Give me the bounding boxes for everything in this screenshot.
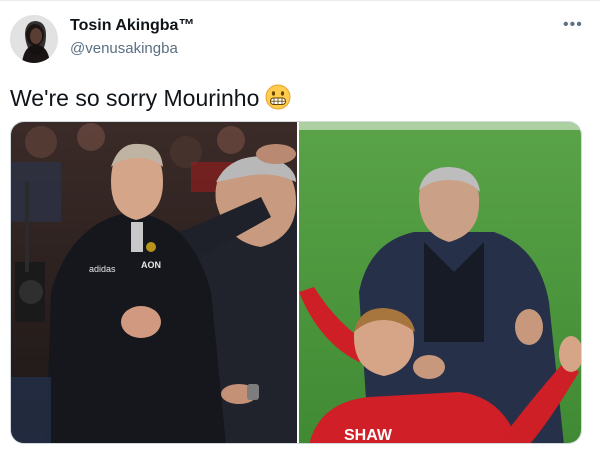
jacket-sponsor: AON <box>141 260 161 270</box>
photo-right[interactable]: SHAW <box>299 122 581 444</box>
tweet-media[interactable]: adidas AON SHAW <box>10 121 582 444</box>
author-name[interactable]: Tosin Akingba™ <box>70 17 194 35</box>
grimacing-face-emoji <box>265 84 291 110</box>
shirt-name: SHAW <box>344 427 393 444</box>
photo-left[interactable]: adidas AON <box>11 122 297 443</box>
author-handle[interactable]: @venusakingba <box>70 40 178 57</box>
jacket-adidas-badge: adidas <box>89 264 116 274</box>
tweet-text: We're so sorry Mourinho <box>10 84 291 112</box>
tweet-text-content: We're so sorry Mourinho <box>10 85 260 111</box>
top-divider <box>0 0 600 1</box>
more-horizontal-icon[interactable]: ••• <box>563 16 583 34</box>
author-avatar[interactable] <box>10 15 58 63</box>
